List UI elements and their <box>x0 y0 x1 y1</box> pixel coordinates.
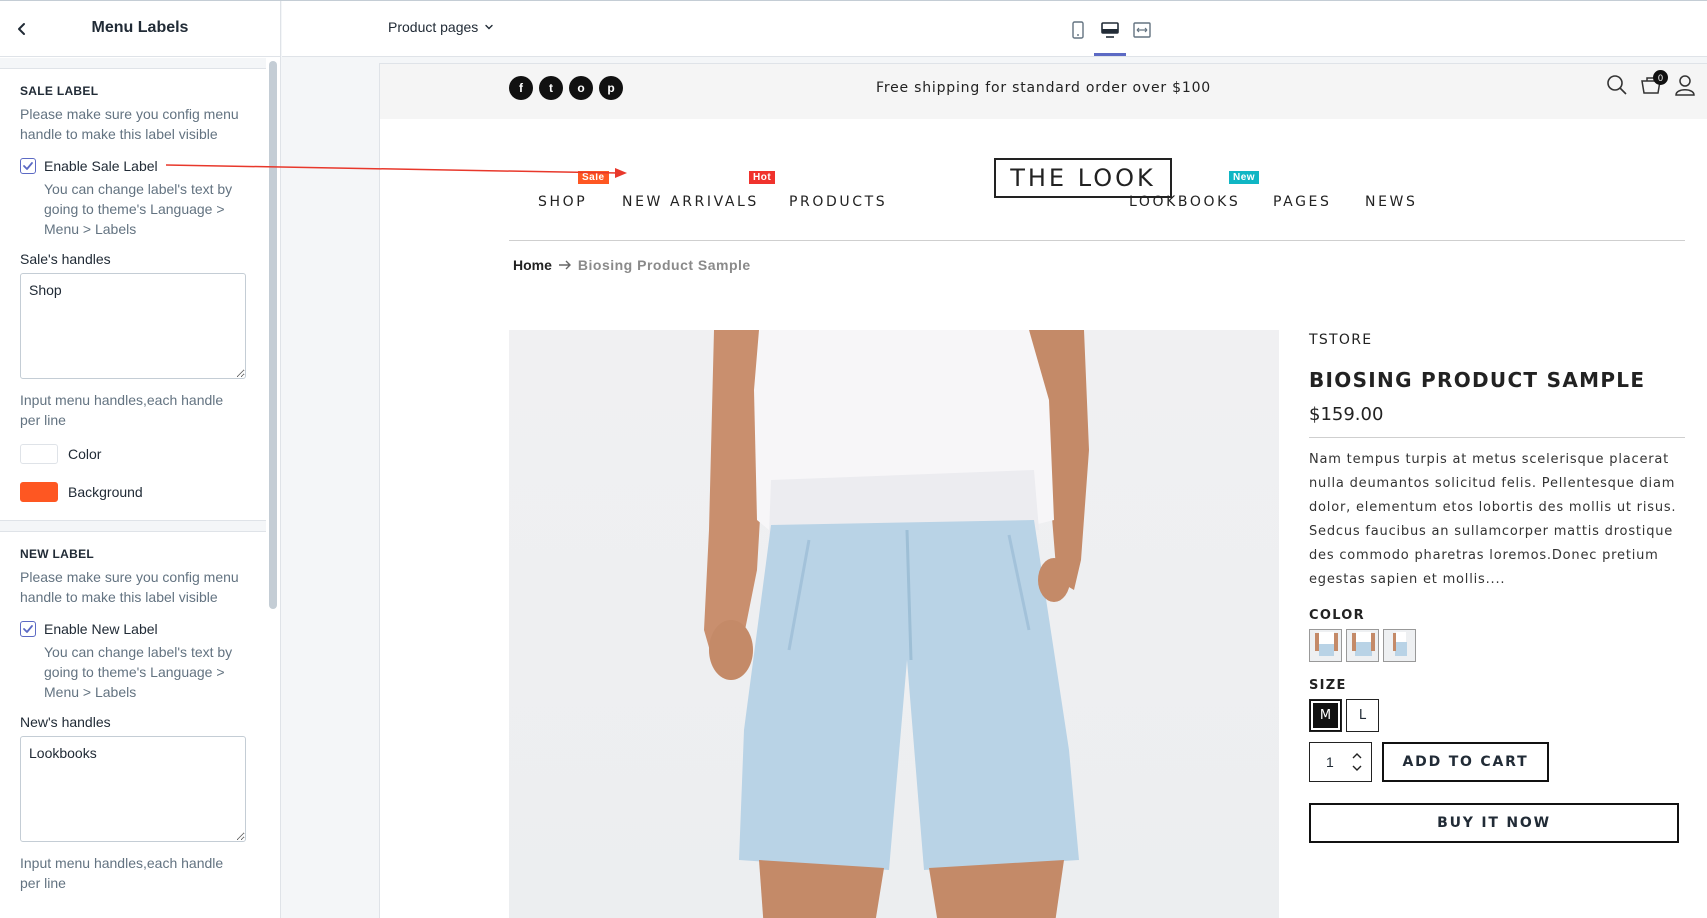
fullscreen-icon[interactable] <box>1131 19 1153 41</box>
sale-color-label: Color <box>68 446 102 462</box>
nav-item-news[interactable]: NEWS <box>1365 194 1417 210</box>
announcement-bar: f t o p Free shipping for standard order… <box>380 64 1707 119</box>
user-icon[interactable] <box>1673 73 1697 97</box>
nav-item-shop[interactable]: SHOP Sale <box>538 171 609 210</box>
cart-icon[interactable]: 0 <box>1639 70 1668 97</box>
quantity-arrows <box>1351 752 1363 772</box>
page-type-select[interactable]: Product pages <box>388 19 494 35</box>
new-handles-label: New's handles <box>20 714 111 730</box>
new-handles-help: Input menu handles,each handle per line <box>20 855 224 891</box>
section-title: SALE LABEL <box>20 84 99 98</box>
quantity-stepper[interactable]: 1 <box>1309 742 1372 782</box>
color-option-label: COLOR <box>1309 608 1365 623</box>
sale-handles-label: Sale's handles <box>20 251 111 267</box>
nav-item-products[interactable]: PRODUCTS <box>789 194 887 210</box>
color-swatch[interactable] <box>1383 629 1416 662</box>
section-help: Please make sure you config menu handle … <box>20 106 239 142</box>
sale-background-row[interactable]: Background <box>20 482 246 502</box>
section-help: Please make sure you config menu handle … <box>20 569 239 605</box>
nav-item-label[interactable]: SHOP <box>538 194 587 210</box>
enable-new-label-help: You can change label's text by going to … <box>44 644 233 700</box>
sale-color-row[interactable]: Color <box>20 444 246 464</box>
editor-toolbar: Product pages <box>282 1 1707 57</box>
enable-sale-label-checkbox[interactable] <box>20 158 36 174</box>
enable-new-label-checkbox[interactable] <box>20 621 36 637</box>
breadcrumb: Home Biosing Product Sample <box>513 257 751 273</box>
sidebar-title: Menu Labels <box>91 19 189 36</box>
color-swatch[interactable] <box>1346 629 1379 662</box>
new-badge: New <box>1229 171 1260 184</box>
hot-badge: Hot <box>749 171 776 184</box>
new-handles-textarea[interactable]: Lookbooks <box>20 736 246 842</box>
sale-background-label: Background <box>68 484 143 500</box>
mobile-icon[interactable] <box>1067 19 1089 41</box>
add-to-cart-button[interactable]: ADD TO CART <box>1382 742 1549 782</box>
header-icons: 0 <box>1605 70 1697 97</box>
settings-sidebar: Menu Labels SALE LABEL Please make sure … <box>0 1 281 918</box>
size-options: M L <box>1309 699 1685 732</box>
product-vendor: TSTORE <box>1309 332 1373 348</box>
chevron-down-icon[interactable] <box>1351 764 1363 772</box>
sale-badge: Sale <box>578 171 609 184</box>
nav-item-label[interactable]: NEW ARRIVALS <box>622 194 759 210</box>
color-swatches <box>1309 629 1685 662</box>
header-divider <box>509 240 1685 241</box>
quantity-value[interactable]: 1 <box>1326 754 1334 770</box>
page-type-select-label: Product pages <box>388 19 479 35</box>
new-label-section: NEW LABEL Please make sure you config me… <box>0 532 266 911</box>
store-logo[interactable]: THE LOOK <box>994 158 1172 198</box>
sale-color-swatch[interactable] <box>20 444 58 464</box>
enable-new-label-row[interactable]: Enable New Label <box>20 621 246 637</box>
enable-sale-label-row[interactable]: Enable Sale Label <box>20 158 246 174</box>
announcement-text: Free shipping for standard order over $1… <box>875 80 1212 96</box>
buy-now-button[interactable]: BUY IT NOW <box>1309 803 1679 843</box>
cart-count-badge: 0 <box>1653 70 1668 85</box>
checkmark-icon <box>23 162 33 170</box>
nav-item-pages[interactable]: PAGES <box>1273 194 1331 210</box>
section-title: NEW LABEL <box>20 547 95 561</box>
sidebar-header: Menu Labels <box>0 1 280 57</box>
product-title: BIOSING PRODUCT SAMPLE <box>1309 368 1646 392</box>
section-gap <box>0 58 266 69</box>
product-info: TSTORE BIOSING PRODUCT SAMPLE $159.00 Na… <box>1309 330 1685 843</box>
sidebar-scroll-area: SALE LABEL Please make sure you config m… <box>0 58 266 918</box>
product-image[interactable] <box>509 330 1279 918</box>
color-swatch[interactable] <box>1309 629 1342 662</box>
product-photo-illustration <box>704 330 1089 918</box>
size-option-label: SIZE <box>1309 678 1347 693</box>
product-price: $159.00 <box>1309 404 1685 438</box>
enable-sale-label-help: You can change label's text by going to … <box>44 181 233 237</box>
nav-item-new-arrivals[interactable]: NEW ARRIVALS Hot <box>622 171 776 210</box>
section-gap <box>0 521 266 532</box>
checkmark-icon <box>23 625 33 633</box>
theme-preview: f t o p Free shipping for standard order… <box>380 64 1707 918</box>
sale-handles-textarea[interactable]: Shop <box>20 273 246 379</box>
sidebar-scrollbar[interactable] <box>269 61 277 609</box>
add-to-cart-row: 1 ADD TO CART <box>1309 742 1685 782</box>
sale-label-section: SALE LABEL Please make sure you config m… <box>0 69 266 521</box>
chevron-up-icon[interactable] <box>1351 752 1363 760</box>
sale-handles-help: Input menu handles,each handle per line <box>20 392 224 428</box>
sale-background-swatch[interactable] <box>20 482 58 502</box>
size-option-m[interactable]: M <box>1309 699 1342 732</box>
search-icon[interactable] <box>1605 73 1629 97</box>
product-description: Nam tempus turpis at metus scelerisque p… <box>1309 452 1677 587</box>
breadcrumb-home[interactable]: Home <box>513 257 552 273</box>
chevron-down-icon <box>485 24 493 30</box>
breadcrumb-current: Biosing Product Sample <box>577 257 751 273</box>
active-device-indicator <box>1094 53 1126 56</box>
desktop-icon[interactable] <box>1099 19 1121 41</box>
size-option-l[interactable]: L <box>1346 699 1379 732</box>
enable-sale-label-text[interactable]: Enable Sale Label <box>44 158 158 174</box>
enable-new-label-text[interactable]: Enable New Label <box>44 621 158 637</box>
arrow-right-icon <box>558 260 571 270</box>
